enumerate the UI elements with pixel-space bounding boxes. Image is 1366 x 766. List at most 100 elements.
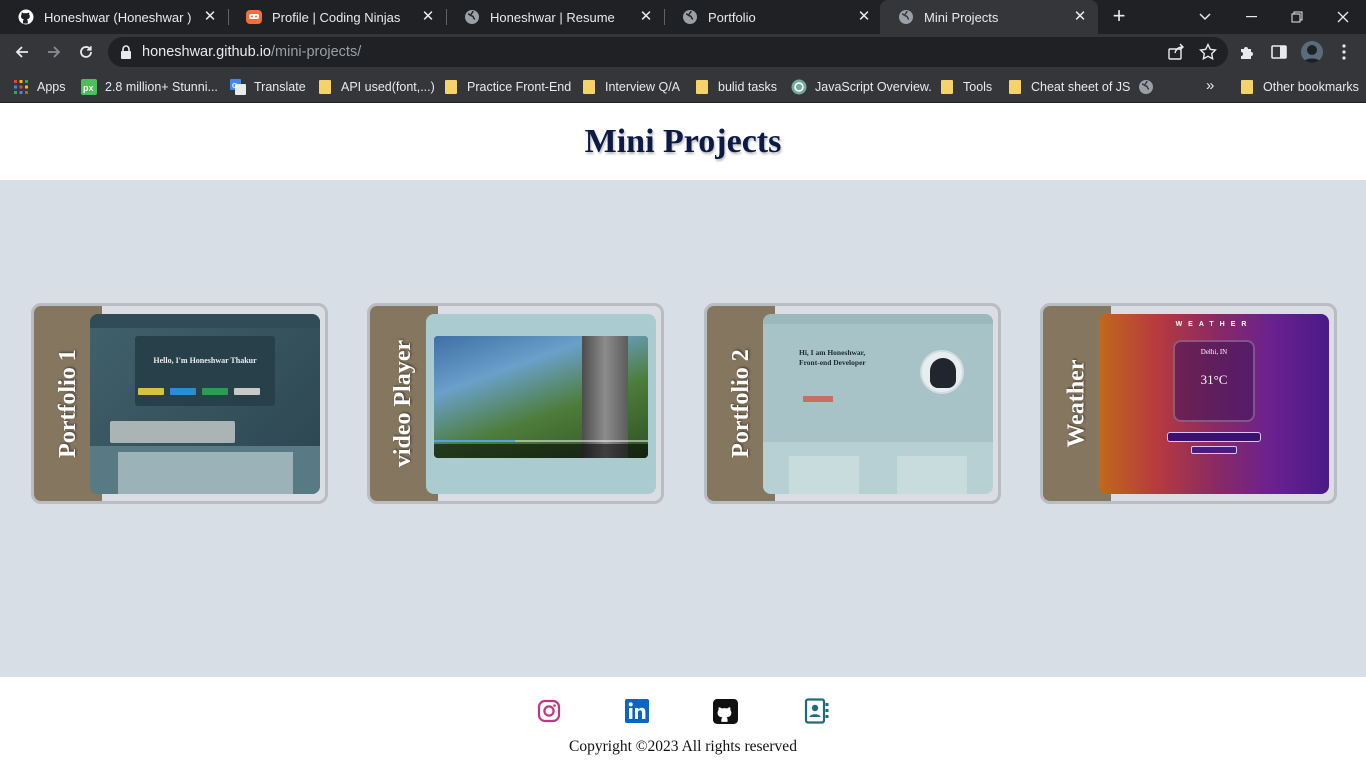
preview-navbar — [763, 314, 993, 324]
bookmark-label: Cheat sheet of JS — [1031, 80, 1131, 94]
linkedin-icon[interactable] — [624, 698, 650, 724]
preview-video-frame — [434, 336, 648, 458]
close-icon[interactable]: ✕ — [638, 9, 654, 25]
bookmark-pixabay[interactable]: px 2.8 million+ Stunni... — [81, 76, 218, 98]
card-label-text: Portfolio 1 — [54, 349, 81, 458]
preview-video-controls — [434, 444, 648, 458]
bookmark-label: Interview Q/A — [605, 80, 681, 94]
close-icon[interactable]: ✕ — [1072, 9, 1088, 25]
tab-search-chevron-icon[interactable] — [1182, 0, 1228, 34]
other-bookmarks[interactable]: Other bookmarks — [1239, 76, 1359, 98]
back-arrow-icon[interactable] — [8, 38, 36, 66]
preview-heading-line-1: Hi, I am Honeshwar, — [799, 348, 866, 357]
projects-section: Portfolio 1 Hello, I'm Honeshwar Thakur … — [0, 180, 1366, 677]
preview-heading: Hello, I'm Honeshwar Thakur — [153, 356, 257, 365]
bookmark-label: Apps — [37, 80, 66, 94]
project-card-portfolio-2[interactable]: Portfolio 2 Hi, I am Honeshwar, Front-en… — [704, 303, 1001, 504]
lock-icon[interactable] — [120, 45, 132, 64]
globe-icon — [464, 9, 480, 25]
url-domain: honeshwar.github.io — [142, 44, 271, 60]
project-preview-image[interactable] — [426, 314, 656, 494]
preview-weather-panel: Delhi, IN 31°C — [1173, 340, 1255, 422]
page-title: Mini Projects — [584, 123, 782, 160]
project-card-video-player[interactable]: video Player — [367, 303, 664, 504]
bookmark-apps[interactable]: Apps — [13, 76, 66, 98]
browser-toolbar: honeshwar.github.io/mini-projects/ — [0, 34, 1366, 71]
preview-city: Delhi, IN — [1200, 348, 1228, 356]
bookmark-label: bulid tasks — [718, 80, 778, 94]
instagram-icon[interactable] — [536, 698, 562, 724]
github-icon[interactable] — [712, 698, 738, 724]
window-close-button[interactable] — [1320, 0, 1366, 34]
preview-monitor — [135, 336, 275, 406]
preview-buttons — [138, 388, 260, 395]
chatgpt-icon — [791, 79, 807, 95]
page-header: Mini Projects — [0, 103, 1366, 180]
bookmark-star-icon[interactable] — [1198, 42, 1218, 62]
bookmark-label: Tools — [963, 80, 993, 94]
preview-blog-card — [789, 456, 859, 494]
minimize-button[interactable] — [1228, 0, 1274, 34]
bookmark-label: Other bookmarks — [1263, 80, 1359, 94]
bookmark-folder-practice[interactable]: Practice Front-End — [443, 76, 571, 98]
bookmark-translate[interactable]: G Translate — [230, 76, 306, 98]
tab-portfolio[interactable]: Portfolio ✕ — [664, 0, 882, 34]
reload-icon[interactable] — [72, 38, 100, 66]
tab-strip: Honeshwar (Honeshwar ) ✕ Profile | Codin… — [0, 0, 1366, 34]
bookmark-folder-api[interactable]: API used(font,...) — [317, 76, 435, 98]
tab-title: Mini Projects — [924, 9, 999, 25]
project-card-portfolio-1[interactable]: Portfolio 1 Hello, I'm Honeshwar Thakur — [31, 303, 328, 504]
contact-book-icon[interactable] — [803, 698, 829, 724]
bookmarks-bar: Apps px 2.8 million+ Stunni... G Transla… — [0, 71, 1366, 103]
close-icon[interactable]: ✕ — [420, 9, 436, 25]
preview-keyboard — [110, 421, 235, 443]
globe-icon — [898, 9, 914, 25]
preview-temperature: 31°C — [1200, 372, 1228, 387]
bookmarks-overflow-chevron[interactable]: » — [1206, 77, 1214, 94]
profile-avatar[interactable] — [1301, 41, 1323, 63]
project-preview-image[interactable]: Hello, I'm Honeshwar Thakur — [90, 314, 320, 494]
share-icon[interactable] — [1166, 42, 1186, 62]
kebab-menu-icon[interactable] — [1334, 42, 1354, 62]
extensions-puzzle-icon[interactable] — [1237, 42, 1257, 62]
tab-resume[interactable]: Honeshwar | Resume ✕ — [446, 0, 664, 34]
bookmark-globe[interactable] — [1138, 76, 1162, 98]
github-icon — [18, 9, 34, 25]
card-label-text: Weather — [1063, 359, 1090, 448]
globe-icon — [682, 9, 698, 25]
tab-title: Profile | Coding Ninjas — [272, 9, 401, 25]
bookmark-label: JavaScript Overview. — [815, 80, 932, 94]
side-panel-icon[interactable] — [1269, 42, 1289, 62]
new-tab-button[interactable]: + — [1108, 5, 1130, 27]
preview-search-button — [1191, 446, 1237, 454]
tab-coding-ninjas[interactable]: Profile | Coding Ninjas ✕ — [228, 0, 446, 34]
folder-icon — [1239, 79, 1255, 95]
tab-title: Honeshwar | Resume — [490, 9, 615, 25]
bookmark-folder-cheat-sheet[interactable]: Cheat sheet of JS — [1007, 76, 1130, 98]
bookmark-javascript-overview[interactable]: JavaScript Overview. — [791, 76, 932, 98]
preview-heading-line-2: Front-end Developer — [799, 358, 866, 367]
close-icon[interactable]: ✕ — [202, 9, 218, 25]
folder-icon — [443, 79, 459, 95]
project-preview-image[interactable]: Hi, I am Honeshwar, Front-end Developer — [763, 314, 993, 494]
project-preview-image[interactable]: WEATHER Delhi, IN 31°C — [1099, 314, 1329, 494]
address-bar[interactable]: honeshwar.github.io/mini-projects/ — [108, 37, 1228, 67]
restore-button[interactable] — [1274, 0, 1320, 34]
url-text: honeshwar.github.io/mini-projects/ — [142, 44, 361, 60]
bookmark-label: API used(font,...) — [341, 80, 435, 94]
forward-arrow-icon[interactable] — [40, 38, 68, 66]
tab-github[interactable]: Honeshwar (Honeshwar ) ✕ — [0, 0, 228, 34]
tab-mini-projects[interactable]: Mini Projects ✕ — [880, 0, 1098, 34]
footer: Copyright ©2023 All rights reserved — [0, 677, 1366, 766]
project-card-weather[interactable]: Weather WEATHER Delhi, IN 31°C — [1040, 303, 1337, 504]
bookmark-folder-tools[interactable]: Tools — [939, 76, 992, 98]
folder-icon — [939, 79, 955, 95]
bookmark-folder-interview[interactable]: Interview Q/A — [581, 76, 680, 98]
url-path: /mini-projects/ — [271, 44, 362, 60]
close-icon[interactable]: ✕ — [856, 9, 872, 25]
preview-heading: Hi, I am Honeshwar, Front-end Developer — [799, 348, 866, 368]
preview-search-input — [1167, 432, 1261, 442]
bookmark-folder-build[interactable]: bulid tasks — [694, 76, 777, 98]
coding-ninjas-icon — [246, 9, 262, 25]
preview-weather-title: WEATHER — [1175, 321, 1253, 328]
